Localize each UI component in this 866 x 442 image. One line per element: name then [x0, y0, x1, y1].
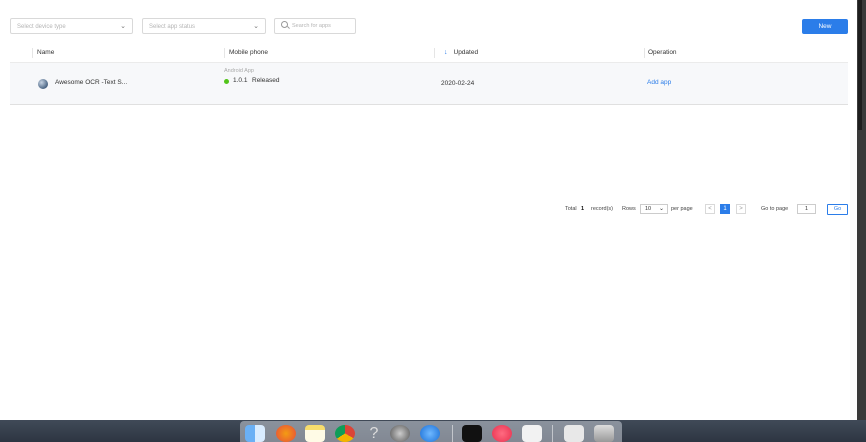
system-preferences-icon[interactable] — [390, 425, 410, 442]
column-divider — [224, 48, 225, 58]
app-store-icon[interactable] — [420, 425, 440, 442]
preview-icon[interactable] — [522, 425, 542, 442]
column-divider — [644, 48, 645, 58]
column-header-mobile-phone[interactable]: Mobile phone — [229, 44, 268, 62]
column-header-name[interactable]: Name — [37, 44, 54, 62]
per-page-label: per page — [671, 206, 693, 212]
terminal-icon[interactable] — [462, 425, 482, 442]
app-list-page: Select device type ⌄ Select app status ⌄… — [0, 0, 857, 420]
sort-down-icon[interactable]: ↓ — [444, 49, 448, 56]
go-button[interactable]: Go — [827, 204, 848, 215]
device-type-select[interactable]: Select device type ⌄ — [10, 18, 133, 34]
music-icon[interactable] — [492, 425, 512, 442]
table-header: Name Mobile phone ↓ Updated Operation — [10, 44, 848, 63]
trash-icon[interactable] — [594, 425, 614, 442]
app-icon — [38, 79, 48, 89]
app-status-placeholder: Select app status — [149, 24, 196, 30]
dock-divider — [452, 425, 453, 442]
chevron-down-icon: ⌄ — [658, 206, 664, 212]
platform-label: Android App — [224, 68, 254, 74]
app-name[interactable]: Awesome OCR -Text S... — [55, 79, 127, 86]
help-icon[interactable]: ? — [364, 425, 384, 442]
column-divider — [32, 48, 33, 58]
total-label: Total — [565, 206, 577, 212]
go-to-page-label: Go to page — [761, 206, 789, 212]
search-input[interactable]: Search for apps — [274, 18, 356, 34]
status-dot-icon — [224, 79, 229, 84]
new-button[interactable]: New — [802, 19, 848, 34]
search-icon — [281, 21, 288, 28]
go-to-page-input[interactable]: 1 — [797, 204, 816, 214]
notes-icon[interactable] — [305, 425, 325, 442]
column-divider — [434, 48, 435, 58]
status-label: Released — [252, 77, 280, 84]
dock-divider — [552, 425, 553, 442]
window-edge — [857, 0, 866, 442]
column-header-operation: Operation — [648, 49, 677, 56]
updated-date: 2020-02-24 — [441, 80, 475, 87]
finder-icon[interactable] — [245, 425, 265, 442]
firefox-icon[interactable] — [276, 425, 296, 442]
chevron-down-icon: ⌄ — [120, 23, 126, 30]
rows-label: Rows — [622, 206, 636, 212]
table-row[interactable]: Awesome OCR -Text S... Android App 1.0.1… — [10, 63, 848, 105]
device-type-placeholder: Select device type — [17, 24, 66, 30]
add-app-link[interactable]: Add app — [647, 79, 671, 86]
version-label: 1.0.1 — [233, 77, 248, 84]
next-page-button[interactable]: > — [736, 204, 746, 214]
rows-value: 10 — [645, 206, 652, 212]
document-icon[interactable] — [564, 425, 584, 442]
total-count: 1 — [581, 206, 585, 212]
prev-page-button[interactable]: < — [705, 204, 715, 214]
app-status-select[interactable]: Select app status ⌄ — [142, 18, 266, 34]
chrome-icon[interactable] — [335, 425, 355, 442]
column-header-updated[interactable]: ↓ Updated — [444, 44, 478, 62]
dock: ? — [240, 421, 622, 442]
chevron-down-icon: ⌄ — [253, 23, 259, 30]
updated-header-label: Updated — [453, 49, 479, 56]
search-placeholder: Search for apps — [292, 23, 331, 29]
records-label: record(s) — [591, 206, 614, 212]
page-1-button[interactable]: 1 — [720, 204, 730, 214]
rows-per-page-select[interactable]: 10 ⌄ — [640, 204, 668, 214]
